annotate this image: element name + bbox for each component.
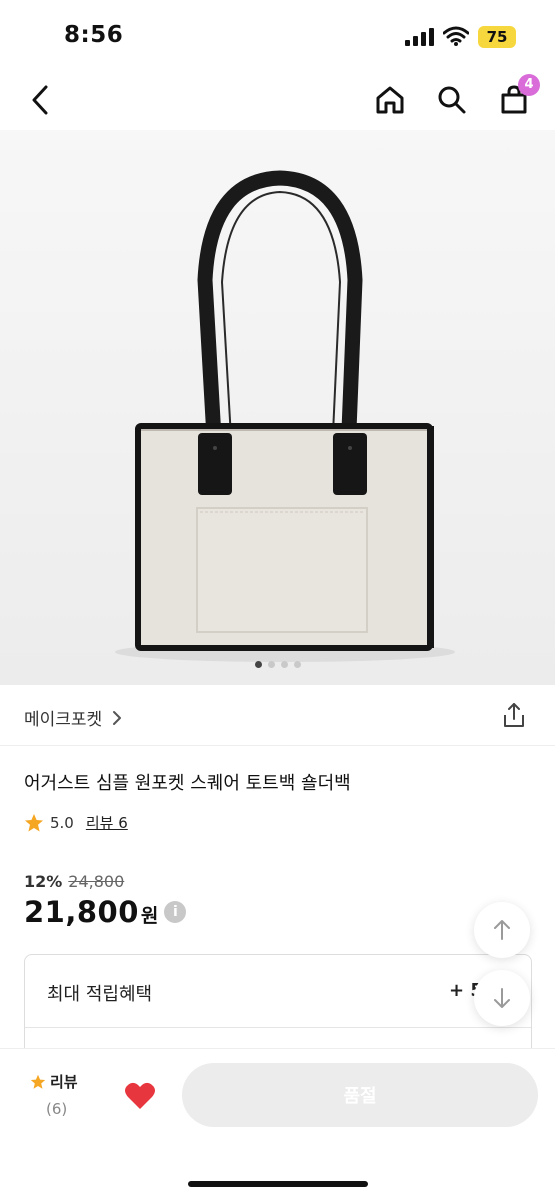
review-link[interactable]: 리뷰 6 [86,812,128,833]
cart-count-badge: 4 [518,74,540,96]
benefit-label: 최대 적립혜택 [47,984,153,1005]
star-icon [30,1074,46,1089]
status-bar: 8:56 75 [0,0,555,70]
image-pagination [0,661,555,668]
arrow-up-icon [494,920,510,940]
pagination-dot[interactable] [254,661,262,668]
rating-row: 5.0 리뷰 6 [24,812,128,833]
pagination-dot[interactable] [280,661,288,668]
chevron-right-icon [113,710,122,725]
discount-row: 12% 24,800 [24,872,124,891]
home-button[interactable] [370,80,410,120]
price-row: 21,800 원 i [24,895,187,929]
arrow-down-icon [494,988,510,1008]
search-icon [438,86,466,114]
search-button[interactable] [432,80,472,120]
tote-bag-illustration [0,130,555,685]
product-image[interactable] [0,130,555,685]
signal-icon [405,28,434,46]
nav-bar: 4 [0,70,555,130]
status-time: 8:56 [64,22,124,48]
bottom-review-count: (6) [46,1100,68,1118]
sale-price: 21,800 [24,895,139,929]
original-price: 24,800 [68,872,125,891]
brand-name: 메이크포켓 [24,710,103,730]
cart-button[interactable]: 4 [494,74,540,120]
discount-rate: 12% [24,872,63,891]
share-icon[interactable] [500,701,528,729]
bottom-action-bar: 리뷰 (6) 품절 [0,1048,555,1200]
star-icon [25,813,43,831]
currency-unit: 원 [140,905,159,927]
divider [25,1027,531,1028]
battery-indicator: 75 [478,26,516,48]
rating-score: 5.0 [50,813,74,832]
brand-row: 메이크포켓 [0,688,555,746]
home-indicator [188,1181,368,1187]
product-title: 어거스트 심플 원포켓 스퀘어 토트백 숄더백 [24,773,351,794]
heart-icon[interactable] [124,1081,156,1111]
back-button[interactable] [20,80,60,120]
scroll-bottom-button[interactable] [474,970,530,1026]
chevron-left-icon [32,85,48,115]
pagination-dot[interactable] [267,661,275,668]
soldout-button[interactable]: 품절 [182,1063,538,1127]
info-icon[interactable]: i [164,901,187,923]
brand-link[interactable]: 메이크포켓 [24,705,122,730]
pagination-dot[interactable] [293,661,301,668]
bottom-review-label: 리뷰 [50,1073,78,1091]
wifi-icon [443,26,469,46]
home-icon [376,86,404,114]
bottom-review[interactable]: 리뷰 (6) [30,1071,78,1118]
scroll-top-button[interactable] [474,902,530,958]
